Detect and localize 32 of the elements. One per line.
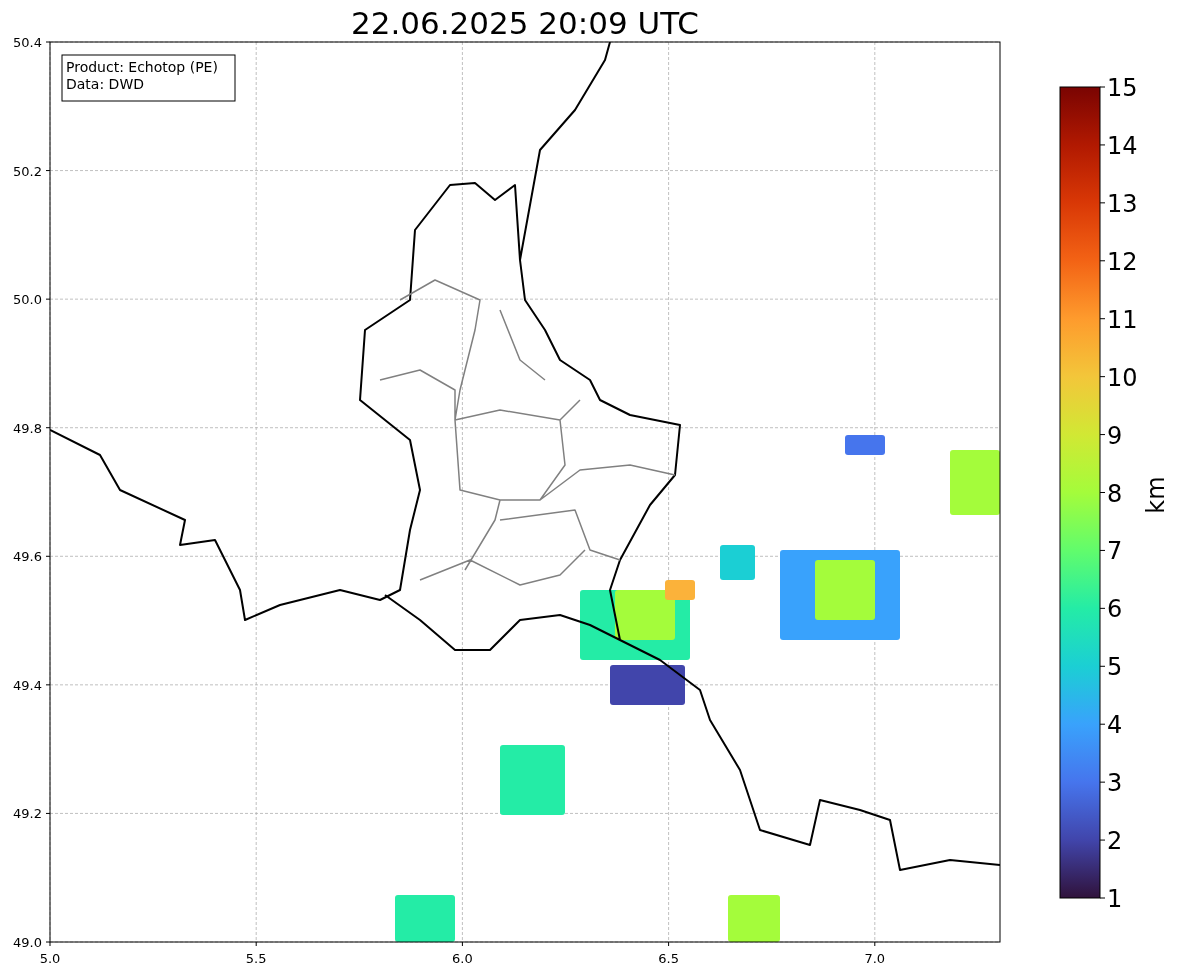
- legend-text: Data: DWD: [66, 76, 144, 92]
- axis-tick-label: 50.2: [13, 163, 42, 179]
- colorbar-tick-label: 3: [1107, 769, 1123, 798]
- colorbar-tick-label: 11: [1107, 305, 1138, 334]
- colorbar-tick-label: 1: [1107, 885, 1123, 913]
- axis-tick-label: 6.5: [658, 951, 679, 966]
- colorbar-tick-label: 12: [1107, 247, 1138, 276]
- axis-tick-label: 6.0: [452, 951, 473, 966]
- colorbar-tick-label: 7: [1107, 537, 1123, 566]
- chart-title: 22.06.2025 20:09 UTC: [351, 5, 699, 41]
- colorbar-tick-label: 15: [1107, 74, 1138, 102]
- axis-tick-label: 49.2: [13, 806, 42, 822]
- colorbar-tick-label: 4: [1107, 711, 1123, 740]
- axis-tick-label: 5.0: [39, 951, 61, 966]
- colorbar-tick-label: 10: [1107, 363, 1138, 392]
- axis-tick-label: 50.0: [13, 292, 42, 308]
- colorbar-label: km: [1142, 476, 1170, 514]
- colorbar-tick-label: 2: [1107, 827, 1123, 856]
- axis-tick-label: 50.4: [13, 35, 42, 50]
- axis-tick-label: 49.8: [13, 420, 42, 436]
- colorbar-tick-label: 8: [1107, 479, 1123, 508]
- colorbar-tick-label: 5: [1107, 653, 1123, 682]
- axis-tick-label: 49.0: [13, 935, 42, 950]
- axis-tick-label: 7.0: [864, 951, 886, 966]
- axis-tick-label: 49.4: [13, 677, 42, 693]
- legend-text: Product: Echotop (PE): [66, 59, 218, 75]
- colorbar-tick-label: 13: [1107, 189, 1138, 218]
- colorbar-tick-label: 14: [1107, 131, 1138, 160]
- axis-tick-label: 5.5: [245, 951, 267, 966]
- colorbar-tick-label: 9: [1107, 421, 1123, 450]
- axis-tick-label: 49.6: [13, 549, 42, 565]
- colorbar-tick-label: 6: [1107, 595, 1123, 624]
